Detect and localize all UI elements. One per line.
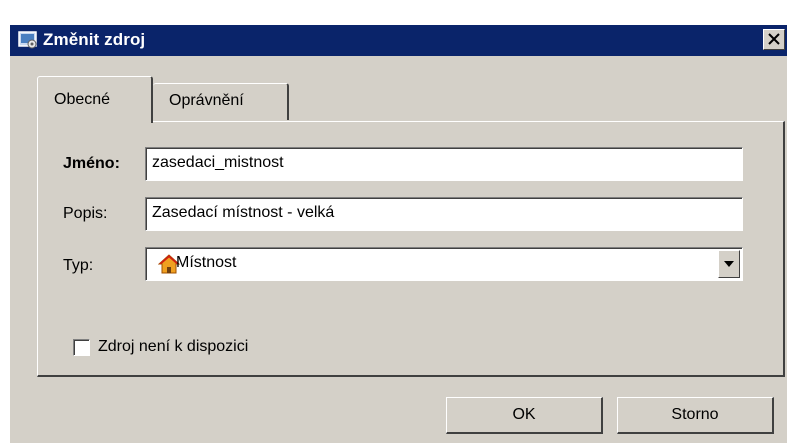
type-select-value: Místnost <box>176 254 237 271</box>
description-field-value: Zasedací místnost - velká <box>152 204 335 221</box>
cancel-button[interactable]: Storno <box>617 397 774 434</box>
unavailable-label[interactable]: Zdroj není k dispozici <box>98 338 248 356</box>
resource-icon <box>18 31 38 49</box>
description-field[interactable]: Zasedací místnost - velká <box>145 197 743 231</box>
window-title: Změnit zdroj <box>43 30 146 49</box>
tab-permissions[interactable]: Oprávnění <box>153 83 289 120</box>
close-button[interactable] <box>763 29 785 50</box>
name-label: Jméno: <box>63 155 120 172</box>
name-field-value: zasedaci_mistnost <box>152 154 284 171</box>
tab-permissions-label: Oprávnění <box>169 92 244 109</box>
title-bar[interactable]: Změnit zdroj <box>10 25 787 56</box>
unavailable-checkbox[interactable] <box>73 339 90 356</box>
name-field[interactable]: zasedaci_mistnost <box>145 147 743 181</box>
type-select[interactable]: Místnost <box>145 247 743 281</box>
tab-general[interactable]: Obecné <box>37 76 153 123</box>
tab-general-label: Obecné <box>54 91 111 108</box>
type-dropdown-button[interactable] <box>718 250 740 278</box>
ok-button[interactable]: OK <box>446 397 603 434</box>
change-resource-dialog: Změnit zdroj Obecné Oprávnění Jméno: zas… <box>9 24 787 443</box>
type-label: Typ: <box>63 257 94 274</box>
description-label: Popis: <box>63 205 108 222</box>
